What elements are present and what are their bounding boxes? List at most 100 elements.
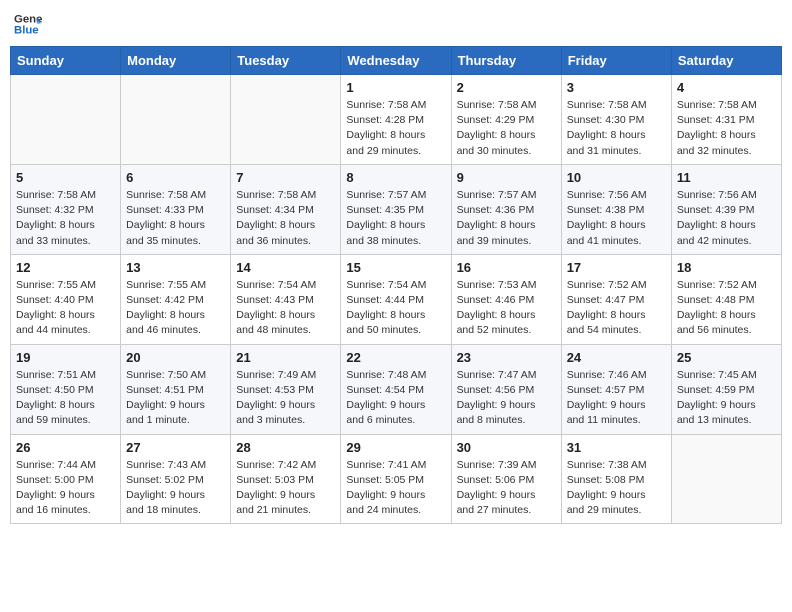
- day-cell: [671, 434, 781, 524]
- day-cell: 28 Sunrise: 7:42 AM Sunset: 5:03 PM Dayli…: [231, 434, 341, 524]
- day-info: Sunrise: 7:58 AM Sunset: 4:31 PM Dayligh…: [677, 98, 776, 159]
- weekday-header-monday: Monday: [121, 47, 231, 75]
- day-number: 1: [346, 80, 445, 95]
- day-number: 21: [236, 350, 335, 365]
- day-number: 11: [677, 170, 776, 185]
- day-number: 16: [457, 260, 556, 275]
- day-cell: 13 Sunrise: 7:55 AM Sunset: 4:42 PM Dayli…: [121, 254, 231, 344]
- day-number: 8: [346, 170, 445, 185]
- day-number: 20: [126, 350, 225, 365]
- day-number: 7: [236, 170, 335, 185]
- day-cell: 3 Sunrise: 7:58 AM Sunset: 4:30 PM Daylig…: [561, 75, 671, 165]
- day-info: Sunrise: 7:55 AM Sunset: 4:40 PM Dayligh…: [16, 278, 115, 339]
- day-info: Sunrise: 7:49 AM Sunset: 4:53 PM Dayligh…: [236, 368, 335, 429]
- day-info: Sunrise: 7:58 AM Sunset: 4:30 PM Dayligh…: [567, 98, 666, 159]
- day-number: 2: [457, 80, 556, 95]
- day-cell: 30 Sunrise: 7:39 AM Sunset: 5:06 PM Dayli…: [451, 434, 561, 524]
- day-info: Sunrise: 7:56 AM Sunset: 4:38 PM Dayligh…: [567, 188, 666, 249]
- week-row-5: 26 Sunrise: 7:44 AM Sunset: 5:00 PM Dayli…: [11, 434, 782, 524]
- day-info: Sunrise: 7:52 AM Sunset: 4:47 PM Dayligh…: [567, 278, 666, 339]
- day-number: 5: [16, 170, 115, 185]
- day-info: Sunrise: 7:39 AM Sunset: 5:06 PM Dayligh…: [457, 458, 556, 519]
- day-number: 26: [16, 440, 115, 455]
- day-info: Sunrise: 7:41 AM Sunset: 5:05 PM Dayligh…: [346, 458, 445, 519]
- day-cell: 7 Sunrise: 7:58 AM Sunset: 4:34 PM Daylig…: [231, 164, 341, 254]
- day-number: 4: [677, 80, 776, 95]
- day-cell: 15 Sunrise: 7:54 AM Sunset: 4:44 PM Dayli…: [341, 254, 451, 344]
- day-info: Sunrise: 7:46 AM Sunset: 4:57 PM Dayligh…: [567, 368, 666, 429]
- day-info: Sunrise: 7:57 AM Sunset: 4:36 PM Dayligh…: [457, 188, 556, 249]
- day-cell: 31 Sunrise: 7:38 AM Sunset: 5:08 PM Dayli…: [561, 434, 671, 524]
- day-cell: 27 Sunrise: 7:43 AM Sunset: 5:02 PM Dayli…: [121, 434, 231, 524]
- day-number: 27: [126, 440, 225, 455]
- day-info: Sunrise: 7:54 AM Sunset: 4:44 PM Dayligh…: [346, 278, 445, 339]
- day-number: 23: [457, 350, 556, 365]
- day-info: Sunrise: 7:44 AM Sunset: 5:00 PM Dayligh…: [16, 458, 115, 519]
- day-number: 22: [346, 350, 445, 365]
- day-info: Sunrise: 7:54 AM Sunset: 4:43 PM Dayligh…: [236, 278, 335, 339]
- day-info: Sunrise: 7:45 AM Sunset: 4:59 PM Dayligh…: [677, 368, 776, 429]
- week-row-3: 12 Sunrise: 7:55 AM Sunset: 4:40 PM Dayli…: [11, 254, 782, 344]
- day-info: Sunrise: 7:42 AM Sunset: 5:03 PM Dayligh…: [236, 458, 335, 519]
- day-cell: 17 Sunrise: 7:52 AM Sunset: 4:47 PM Dayli…: [561, 254, 671, 344]
- day-number: 10: [567, 170, 666, 185]
- weekday-header-row: SundayMondayTuesdayWednesdayThursdayFrid…: [11, 47, 782, 75]
- day-cell: 9 Sunrise: 7:57 AM Sunset: 4:36 PM Daylig…: [451, 164, 561, 254]
- logo-icon: General Blue: [14, 10, 42, 38]
- day-number: 9: [457, 170, 556, 185]
- day-number: 28: [236, 440, 335, 455]
- weekday-header-thursday: Thursday: [451, 47, 561, 75]
- week-row-1: 1Sunrise: 7:58 AM Sunset: 4:28 PM Daylig…: [11, 75, 782, 165]
- day-cell: [231, 75, 341, 165]
- day-info: Sunrise: 7:43 AM Sunset: 5:02 PM Dayligh…: [126, 458, 225, 519]
- day-info: Sunrise: 7:57 AM Sunset: 4:35 PM Dayligh…: [346, 188, 445, 249]
- day-info: Sunrise: 7:55 AM Sunset: 4:42 PM Dayligh…: [126, 278, 225, 339]
- day-number: 18: [677, 260, 776, 275]
- day-info: Sunrise: 7:58 AM Sunset: 4:34 PM Dayligh…: [236, 188, 335, 249]
- day-info: Sunrise: 7:51 AM Sunset: 4:50 PM Dayligh…: [16, 368, 115, 429]
- day-number: 17: [567, 260, 666, 275]
- day-cell: 20Sunrise: 7:50 AM Sunset: 4:51 PM Dayli…: [121, 344, 231, 434]
- day-cell: 4 Sunrise: 7:58 AM Sunset: 4:31 PM Daylig…: [671, 75, 781, 165]
- day-cell: 10 Sunrise: 7:56 AM Sunset: 4:38 PM Dayli…: [561, 164, 671, 254]
- day-info: Sunrise: 7:56 AM Sunset: 4:39 PM Dayligh…: [677, 188, 776, 249]
- day-number: 13: [126, 260, 225, 275]
- day-info: Sunrise: 7:52 AM Sunset: 4:48 PM Dayligh…: [677, 278, 776, 339]
- day-cell: 5 Sunrise: 7:58 AM Sunset: 4:32 PM Daylig…: [11, 164, 121, 254]
- day-number: 31: [567, 440, 666, 455]
- day-cell: 6Sunrise: 7:58 AM Sunset: 4:33 PM Daylig…: [121, 164, 231, 254]
- day-number: 15: [346, 260, 445, 275]
- day-number: 14: [236, 260, 335, 275]
- day-cell: 25 Sunrise: 7:45 AM Sunset: 4:59 PM Dayli…: [671, 344, 781, 434]
- day-number: 29: [346, 440, 445, 455]
- day-cell: 29 Sunrise: 7:41 AM Sunset: 5:05 PM Dayli…: [341, 434, 451, 524]
- week-row-2: 5 Sunrise: 7:58 AM Sunset: 4:32 PM Daylig…: [11, 164, 782, 254]
- day-cell: 21 Sunrise: 7:49 AM Sunset: 4:53 PM Dayli…: [231, 344, 341, 434]
- day-cell: 12 Sunrise: 7:55 AM Sunset: 4:40 PM Dayli…: [11, 254, 121, 344]
- day-info: Sunrise: 7:47 AM Sunset: 4:56 PM Dayligh…: [457, 368, 556, 429]
- page-header: General Blue: [10, 10, 782, 38]
- day-cell: 22 Sunrise: 7:48 AM Sunset: 4:54 PM Dayli…: [341, 344, 451, 434]
- day-cell: 18 Sunrise: 7:52 AM Sunset: 4:48 PM Dayli…: [671, 254, 781, 344]
- day-number: 12: [16, 260, 115, 275]
- day-info: Sunrise: 7:58 AM Sunset: 4:32 PM Dayligh…: [16, 188, 115, 249]
- day-cell: 19 Sunrise: 7:51 AM Sunset: 4:50 PM Dayli…: [11, 344, 121, 434]
- day-number: 19: [16, 350, 115, 365]
- logo: General Blue: [14, 10, 42, 38]
- day-cell: 2Sunrise: 7:58 AM Sunset: 4:29 PM Daylig…: [451, 75, 561, 165]
- day-number: 3: [567, 80, 666, 95]
- day-number: 24: [567, 350, 666, 365]
- day-cell: 14 Sunrise: 7:54 AM Sunset: 4:43 PM Dayli…: [231, 254, 341, 344]
- day-info: Sunrise: 7:48 AM Sunset: 4:54 PM Dayligh…: [346, 368, 445, 429]
- week-row-4: 19 Sunrise: 7:51 AM Sunset: 4:50 PM Dayli…: [11, 344, 782, 434]
- weekday-header-saturday: Saturday: [671, 47, 781, 75]
- day-cell: 23 Sunrise: 7:47 AM Sunset: 4:56 PM Dayli…: [451, 344, 561, 434]
- day-number: 30: [457, 440, 556, 455]
- day-info: Sunrise: 7:38 AM Sunset: 5:08 PM Dayligh…: [567, 458, 666, 519]
- day-cell: 26 Sunrise: 7:44 AM Sunset: 5:00 PM Dayli…: [11, 434, 121, 524]
- day-number: 25: [677, 350, 776, 365]
- calendar-table: SundayMondayTuesdayWednesdayThursdayFrid…: [10, 46, 782, 524]
- day-cell: [11, 75, 121, 165]
- day-info: Sunrise: 7:58 AM Sunset: 4:33 PM Dayligh…: [126, 188, 225, 249]
- day-cell: 24 Sunrise: 7:46 AM Sunset: 4:57 PM Dayli…: [561, 344, 671, 434]
